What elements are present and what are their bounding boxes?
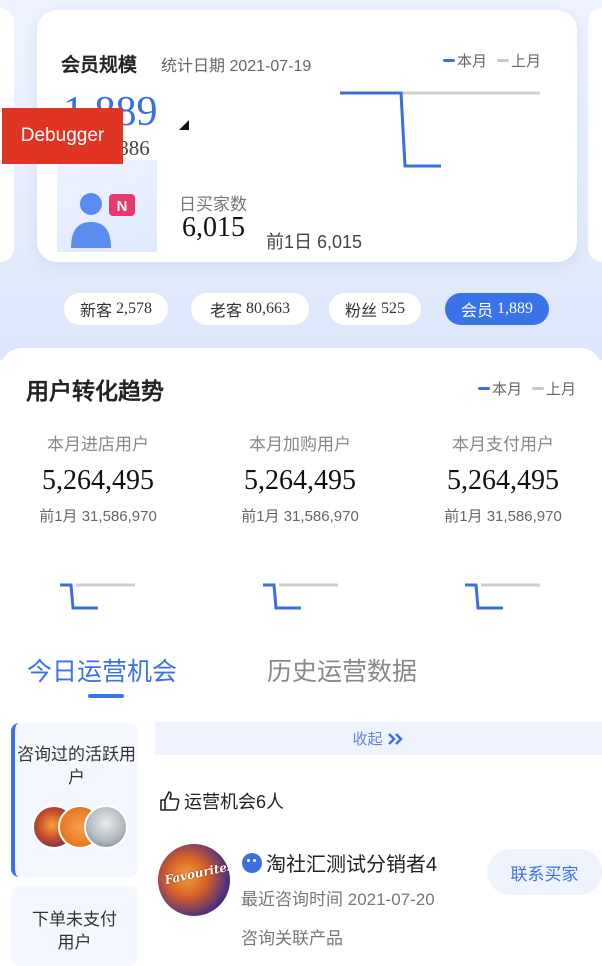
stat-date-value: 2021-07-19: [229, 58, 312, 75]
metric-prev: 前1月 31,586,970: [444, 508, 562, 525]
opportunity-text: 运营机会6人: [184, 792, 285, 812]
member-avatar-box: N: [57, 160, 157, 252]
tab-active-indicator: [88, 694, 124, 698]
buyer-name: 淘社汇测试分销者4: [266, 854, 438, 876]
buyer-avatar-text: Favourites: [163, 858, 230, 888]
sparkline-pay: [465, 583, 540, 610]
segment-label: 粉丝: [344, 303, 377, 320]
legend-current-label: 本月: [457, 53, 488, 70]
metric-label: 本月支付用户: [452, 435, 554, 454]
category-active-consulted[interactable]: 咨询过的活跃用户: [11, 723, 138, 877]
main-panel: 用户转化趋势 本月 上月 本月进店用户 5,264,495 前1月 31,586…: [0, 348, 602, 966]
segment-label: 老客: [209, 303, 242, 320]
segment-label: 新客: [79, 303, 112, 320]
badge-letter: N: [117, 198, 128, 215]
conversion-title: 用户转化趋势: [26, 378, 164, 404]
dash-gray-icon: [497, 59, 510, 62]
category-label: 下单未支付用户: [32, 910, 117, 952]
conversion-legend: 本月 上月: [478, 378, 576, 399]
metric-paying-users[interactable]: 本月支付用户 5,264,495 前1月 31,586,970: [403, 430, 602, 526]
buyer-related-product: 咨询关联产品: [241, 929, 343, 948]
corner-triangle-icon: [179, 120, 189, 130]
buyer-name-row: 淘社汇测试分销者4: [242, 848, 437, 877]
metric-prev: 前1月 31,586,970: [241, 508, 359, 525]
member-trend-chart: [340, 91, 540, 168]
metric-label: 本月加购用户: [249, 435, 351, 454]
buyer-time-label: 最近咨询时间: [241, 890, 343, 909]
member-scale-title: 会员规模: [61, 55, 138, 76]
double-chevron-right-icon: [387, 732, 403, 745]
segment-old[interactable]: 老客 80,663: [191, 293, 309, 325]
legend-current-label: 本月: [492, 381, 523, 398]
metric-prev: 前1月 31,586,970: [39, 508, 157, 525]
metric-label: 本月进店用户: [47, 435, 149, 454]
dash-blue-icon: [443, 59, 455, 62]
tab-history-data[interactable]: 历史运营数据: [267, 652, 417, 688]
member-user-icon: N: [71, 193, 135, 248]
collapse-label: 收起: [352, 731, 383, 748]
metric-cart-users[interactable]: 本月加购用户 5,264,495 前1月 31,586,970: [200, 430, 400, 526]
daily-buyers-value: 6,015: [182, 212, 245, 243]
legend-previous[interactable]: 上月: [532, 378, 576, 399]
metric-store-visitors[interactable]: 本月进店用户 5,264,495 前1月 31,586,970: [0, 430, 198, 526]
dash-blue-icon: [478, 387, 490, 390]
debugger-button[interactable]: Debugger: [2, 108, 123, 164]
stat-date: 统计日期 2021-07-19: [161, 52, 311, 76]
member-legend: 本月 上月: [443, 50, 541, 71]
segment-new[interactable]: 新客 2,578: [64, 293, 168, 325]
metric-value: 5,264,495: [244, 465, 356, 496]
category-unpaid-orders[interactable]: 下单未支付用户: [11, 886, 138, 966]
category-avatars: [32, 803, 132, 849]
legend-previous-label: 上月: [511, 53, 542, 70]
stat-date-label: 统计日期: [161, 58, 226, 75]
buyer-consult-time: 最近咨询时间 2021-07-20: [241, 885, 435, 910]
sparkline-store: [60, 583, 135, 610]
category-label: 咨询过的活跃用户: [17, 745, 136, 787]
opportunity-count: 运营机会6人: [158, 788, 284, 814]
contact-buyer-button[interactable]: 联系买家: [487, 849, 602, 895]
metric-value: 5,264,495: [447, 465, 559, 496]
dash-gray-icon: [532, 387, 545, 390]
segment-value: 80,663: [246, 300, 290, 317]
segment-value: 525: [381, 300, 405, 317]
metric-value: 5,264,495: [42, 465, 154, 496]
collapse-button[interactable]: 收起: [155, 722, 602, 755]
tab-today-opportunities[interactable]: 今日运营机会: [27, 652, 177, 688]
thumbs-up-icon: [160, 791, 180, 811]
segment-label: 会员: [460, 303, 493, 320]
legend-current[interactable]: 本月: [478, 378, 522, 399]
mini-avatar: [84, 805, 128, 849]
legend-previous-label: 上月: [546, 381, 577, 398]
legend-previous[interactable]: 上月: [497, 50, 541, 71]
segment-fans[interactable]: 粉丝 525: [329, 293, 421, 325]
segment-value: 2,578: [116, 300, 152, 317]
next-card-peek[interactable]: [588, 8, 602, 262]
sparkline-cart: [263, 583, 338, 610]
segment-member[interactable]: 会员 1,889: [445, 293, 549, 325]
buyer-time-value: 2021-07-20: [347, 890, 435, 909]
daily-buyers-prev: 前1日 6,015: [266, 232, 363, 252]
segment-value: 1,889: [497, 300, 533, 317]
trend-current-line: [340, 91, 441, 168]
verified-badge-icon: [242, 852, 262, 873]
buyer-avatar[interactable]: Favourites: [158, 844, 230, 916]
legend-current[interactable]: 本月: [443, 50, 487, 71]
